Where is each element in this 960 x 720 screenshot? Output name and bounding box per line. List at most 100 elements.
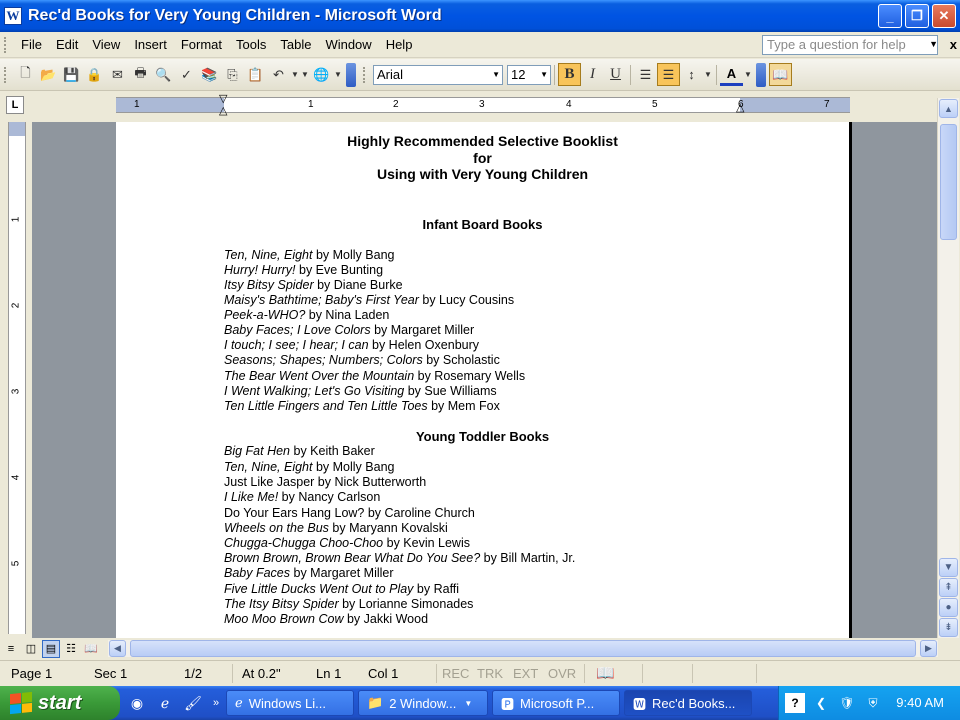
outline-view-icon[interactable]: ☷ [62,640,80,658]
font-name-select[interactable]: Arial ▼ [373,64,503,85]
help-dropdown-icon[interactable]: ▼ [929,39,938,49]
redo-icon[interactable]: ▼ [300,63,310,86]
scroll-left-icon[interactable]: ◀ [109,640,126,657]
italic-button[interactable]: I [581,63,604,86]
formatting-options-icon[interactable] [756,62,766,87]
permission-icon[interactable]: 🔒 [83,63,106,86]
antivirus-icon[interactable]: ⛨ [863,693,883,713]
reading-layout-icon[interactable]: 📖 [82,640,100,658]
line-spacing-dropdown-icon[interactable]: ▼ [703,63,713,86]
hyperlink-icon[interactable]: 🌐 [310,63,333,86]
next-page-icon[interactable]: ⇟ [939,618,958,637]
select-browse-object-icon[interactable]: ● [939,598,958,617]
start-button[interactable]: start [0,686,120,720]
first-line-indent-marker[interactable]: ▽ [219,94,227,105]
tray-expand-icon[interactable]: ❮ [811,693,831,713]
print-icon[interactable]: 🖶 [129,63,152,86]
menu-format[interactable]: Format [174,35,229,54]
menu-table[interactable]: Table [273,35,318,54]
status-rec[interactable]: REC [442,666,469,681]
font-color-icon[interactable]: A [720,63,743,86]
previous-page-icon[interactable]: ⇞ [939,578,958,597]
spelling-icon[interactable]: ✓ [175,63,198,86]
copy-icon[interactable]: ⎘ [221,63,244,86]
menu-grip[interactable] [4,36,8,53]
task-label: 2 Window... [389,695,457,711]
horizontal-scroll-thumb[interactable] [130,640,916,657]
clock[interactable]: 9:40 AM [896,695,944,710]
paste-icon[interactable]: 📋 [244,63,267,86]
restore-button[interactable]: ❐ [905,4,929,28]
open-folder-icon[interactable]: 📂 [37,63,60,86]
formatting-grip[interactable] [363,66,367,83]
right-indent-marker[interactable]: △ [736,103,744,114]
spelling-status-icon[interactable]: 📖 [596,664,615,682]
internet-explorer-icon[interactable]: ℯ [154,692,176,714]
scroll-down-icon[interactable]: ▼ [939,558,958,577]
print-layout-icon[interactable]: ▤ [42,639,60,658]
task-powerpoint[interactable]: 🅿 Microsoft P... [492,690,620,716]
security-shield-icon[interactable]: 🛡 [837,693,857,713]
undo-icon[interactable]: ↶ [267,63,290,86]
font-size-dropdown-icon[interactable]: ▼ [540,70,548,79]
toolbar-options-icon[interactable] [346,62,356,87]
chrome-icon[interactable]: ◉ [126,692,148,714]
book-author: by Raffi [413,582,460,596]
web-layout-icon[interactable]: ◫ [22,640,40,658]
document-page[interactable]: Highly Recommended Selective Booklist fo… [116,122,852,638]
horizontal-scrollbar[interactable]: ◀ ▶ [108,640,938,657]
menu-help[interactable]: Help [379,35,420,54]
paint-icon[interactable]: 🖌 [182,692,204,714]
word-app-icon[interactable]: W [4,7,22,25]
task-label: Windows Li... [248,695,327,711]
menu-file[interactable]: File [14,35,49,54]
horizontal-ruler[interactable]: 1 1 2 3 4 5 6 7 ▽ △ △ [116,94,850,117]
task-windows-explorer[interactable]: 📁 2 Window... ▼ [358,690,488,716]
close-button[interactable]: ✕ [932,4,956,28]
menu-tools[interactable]: Tools [229,35,273,54]
hyperlink-dropdown-icon[interactable]: ▼ [333,63,343,86]
underline-button[interactable]: U [604,63,627,86]
tab-selector[interactable]: L [6,96,24,114]
font-size-select[interactable]: 12 ▼ [507,64,551,85]
status-ovr[interactable]: OVR [548,666,576,681]
taskbar: start ◉ ℯ 🖌 » ℯ Windows Li... 📁 2 Window..… [0,686,960,720]
scroll-right-icon[interactable]: ▶ [920,640,937,657]
new-document-icon[interactable]: 🗋 [14,63,37,86]
research-icon[interactable]: 📚 [198,63,221,86]
email-icon[interactable]: ✉ [106,63,129,86]
minimize-button[interactable]: _ [878,4,902,28]
task-word[interactable]: 🆆 Rec'd Books... [624,690,752,716]
help-search-input[interactable]: Type a question for help [762,35,938,55]
align-left-icon[interactable]: ☰ [634,63,657,86]
menu-view[interactable]: View [85,35,127,54]
task-windows-live[interactable]: ℯ Windows Li... [226,690,354,716]
toolbar-grip[interactable] [4,66,8,83]
bold-button[interactable]: B [558,63,581,86]
quick-launch-expand-icon[interactable]: » [210,692,222,714]
vruler-number: 4 [10,474,22,481]
font-name-dropdown-icon[interactable]: ▼ [492,70,500,79]
vertical-ruler[interactable]: 1 2 3 4 5 [8,122,26,634]
vertical-scroll-thumb[interactable] [940,124,957,240]
read-mode-icon[interactable]: 📖 [769,63,792,86]
save-icon[interactable]: 💾 [60,63,83,86]
menu-insert[interactable]: Insert [127,35,174,54]
menu-edit[interactable]: Edit [49,35,85,54]
hanging-indent-marker[interactable]: △ [219,106,227,117]
scroll-up-icon[interactable]: ▲ [939,99,958,118]
book-entry: Hurry! Hurry! by Eve Bunting [224,263,383,278]
font-color-dropdown-icon[interactable]: ▼ [743,63,753,86]
vertical-scrollbar[interactable]: ▲ ▼ ⇞ ● ⇟ [937,98,959,638]
book-title: Baby Faces; I Love Colors [224,323,371,337]
status-trk[interactable]: TRK [477,666,503,681]
document-close-button[interactable]: x [950,37,957,52]
print-preview-icon[interactable]: 🔍 [152,63,175,86]
status-ext[interactable]: EXT [513,666,538,681]
menu-window[interactable]: Window [318,35,378,54]
align-center-icon[interactable]: ☰ [657,63,680,86]
line-spacing-icon[interactable]: ↕ [680,63,703,86]
undo-dropdown-icon[interactable]: ▼ [290,63,300,86]
help-tray-icon[interactable]: ? [785,693,805,713]
normal-view-icon[interactable]: ≡ [2,640,20,658]
